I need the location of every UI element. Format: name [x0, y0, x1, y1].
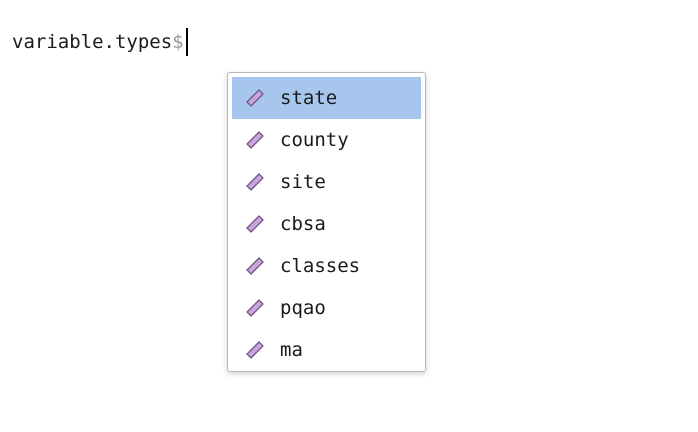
completion-item-label: county: [280, 129, 349, 151]
completion-item-label: state: [280, 87, 338, 109]
completion-item-label: ma: [280, 339, 303, 361]
member-variable-icon: [244, 297, 266, 319]
autocomplete-popup: state county site cbsa classes pqao ma: [227, 72, 426, 372]
completion-item-site[interactable]: site: [232, 161, 421, 203]
completion-item-pqao[interactable]: pqao: [232, 287, 421, 329]
completion-item-state[interactable]: state: [232, 77, 421, 119]
code-editor-line[interactable]: variable.types $: [12, 28, 188, 56]
completion-item-label: site: [280, 171, 326, 193]
member-variable-icon: [244, 171, 266, 193]
completion-item-label: classes: [280, 255, 361, 277]
code-text: variable.types: [12, 31, 173, 53]
member-variable-icon: [244, 213, 266, 235]
text-cursor: [185, 28, 188, 56]
completion-item-classes[interactable]: classes: [232, 245, 421, 287]
dollar-operator: $: [172, 31, 184, 53]
completion-item-ma[interactable]: ma: [232, 329, 421, 371]
completion-item-county[interactable]: county: [232, 119, 421, 161]
member-variable-icon: [244, 129, 266, 151]
member-variable-icon: [244, 339, 266, 361]
completion-item-cbsa[interactable]: cbsa: [232, 203, 421, 245]
member-variable-icon: [244, 87, 266, 109]
member-variable-icon: [244, 255, 266, 277]
completion-item-label: pqao: [280, 297, 326, 319]
completion-item-label: cbsa: [280, 213, 326, 235]
